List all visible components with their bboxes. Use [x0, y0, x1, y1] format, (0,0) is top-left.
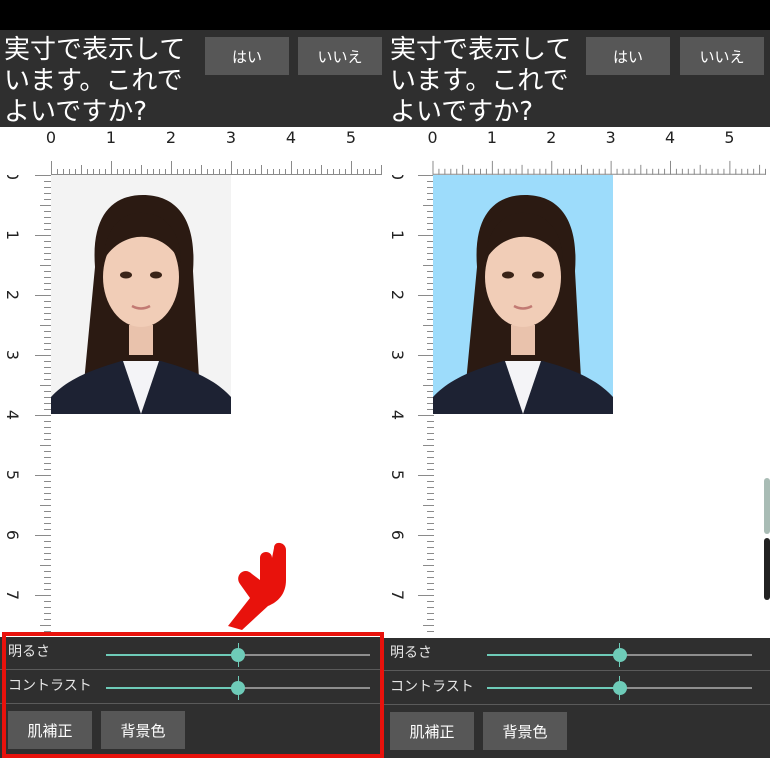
dialog-question: 実寸で表示して います。これで よいですか?	[4, 35, 186, 127]
ruler-label-v-2: 2	[388, 290, 407, 300]
scroll-indicator[interactable]	[764, 538, 770, 600]
ruler-label-v-0: 0	[388, 175, 407, 180]
ruler-label-h-5: 5	[346, 128, 356, 147]
ruler-label-h-1: 1	[487, 128, 497, 147]
ruler-label-h-0: 0	[46, 128, 56, 147]
status-bar	[384, 0, 770, 30]
ruler-label-v-3: 3	[388, 350, 407, 360]
no-button[interactable]: いいえ	[680, 37, 764, 75]
ruler-label-v-4: 4	[388, 410, 407, 420]
brightness-slider-thumb[interactable]	[612, 648, 627, 662]
background-color-button[interactable]: 背景色	[483, 712, 567, 750]
no-button[interactable]: いいえ	[298, 37, 382, 75]
ruler-label-v-5: 5	[388, 470, 407, 480]
brightness-slider[interactable]	[487, 643, 752, 667]
ruler-label-v-6: 6	[388, 530, 407, 540]
scroll-indicator[interactable]	[764, 478, 770, 534]
contrast-slider-thumb[interactable]	[612, 681, 627, 695]
contrast-label: コントラスト	[390, 679, 474, 695]
screen-after: 実寸で表示して います。これで よいですか? はい いいえ 0 1 2 3 4 …	[384, 0, 770, 758]
ruler-label-v-3: 3	[3, 350, 22, 360]
divider	[384, 670, 770, 671]
ruler-label-v-7: 7	[3, 590, 22, 600]
ruler-label-v-5: 5	[3, 470, 22, 480]
screen-before: 実寸で表示して います。これで よいですか? はい いいえ 0 1 2 3 4 …	[0, 0, 384, 758]
ruler-label-h-4: 4	[665, 128, 675, 147]
ruler-label-v-1: 1	[3, 230, 22, 240]
brightness-label: 明るさ	[390, 645, 432, 661]
yes-button[interactable]: はい	[205, 37, 289, 75]
vertical-ruler: 0 1 2 3 4 5 6 7	[3, 175, 51, 632]
contrast-slider[interactable]	[487, 676, 752, 700]
ruler-label-h-0: 0	[427, 128, 437, 147]
hand-pointer-icon	[228, 542, 286, 630]
ruler-label-v-2: 2	[3, 290, 22, 300]
adjust-panel: 明るさ コントラスト 肌補正 背景色	[384, 638, 770, 758]
ruler-label-v-4: 4	[3, 410, 22, 420]
id-photo	[433, 175, 613, 414]
skin-correction-button[interactable]: 肌補正	[390, 712, 474, 750]
id-photo	[51, 175, 231, 414]
divider	[384, 704, 770, 705]
ruler-label-h-3: 3	[226, 128, 236, 147]
ruler-label-h-5: 5	[724, 128, 734, 147]
ruler-label-h-4: 4	[286, 128, 296, 147]
yes-button[interactable]: はい	[586, 37, 670, 75]
highlight-box	[2, 632, 384, 758]
horizontal-ruler: 0 1 2 3 4 5	[427, 128, 766, 175]
ruler-label-h-3: 3	[606, 128, 616, 147]
confirm-dialog: 実寸で表示して います。これで よいですか? はい いいえ	[0, 30, 384, 127]
ruler-label-v-0: 0	[3, 175, 22, 180]
dialog-question: 実寸で表示して います。これで よいですか?	[390, 35, 572, 127]
ruler-label-h-2: 2	[166, 128, 176, 147]
horizontal-ruler: 0 1 2 3 4 5	[46, 128, 382, 175]
status-bar	[0, 0, 384, 30]
ruler-label-h-1: 1	[106, 128, 116, 147]
vertical-ruler: 0 1 2 3 4 5 6 7	[388, 175, 434, 632]
ruler-label-h-2: 2	[546, 128, 556, 147]
ruler-label-v-7: 7	[388, 590, 407, 600]
ruler-label-v-6: 6	[3, 530, 22, 540]
confirm-dialog: 実寸で表示して います。これで よいですか? はい いいえ	[384, 30, 770, 127]
ruler-label-v-1: 1	[388, 230, 407, 240]
